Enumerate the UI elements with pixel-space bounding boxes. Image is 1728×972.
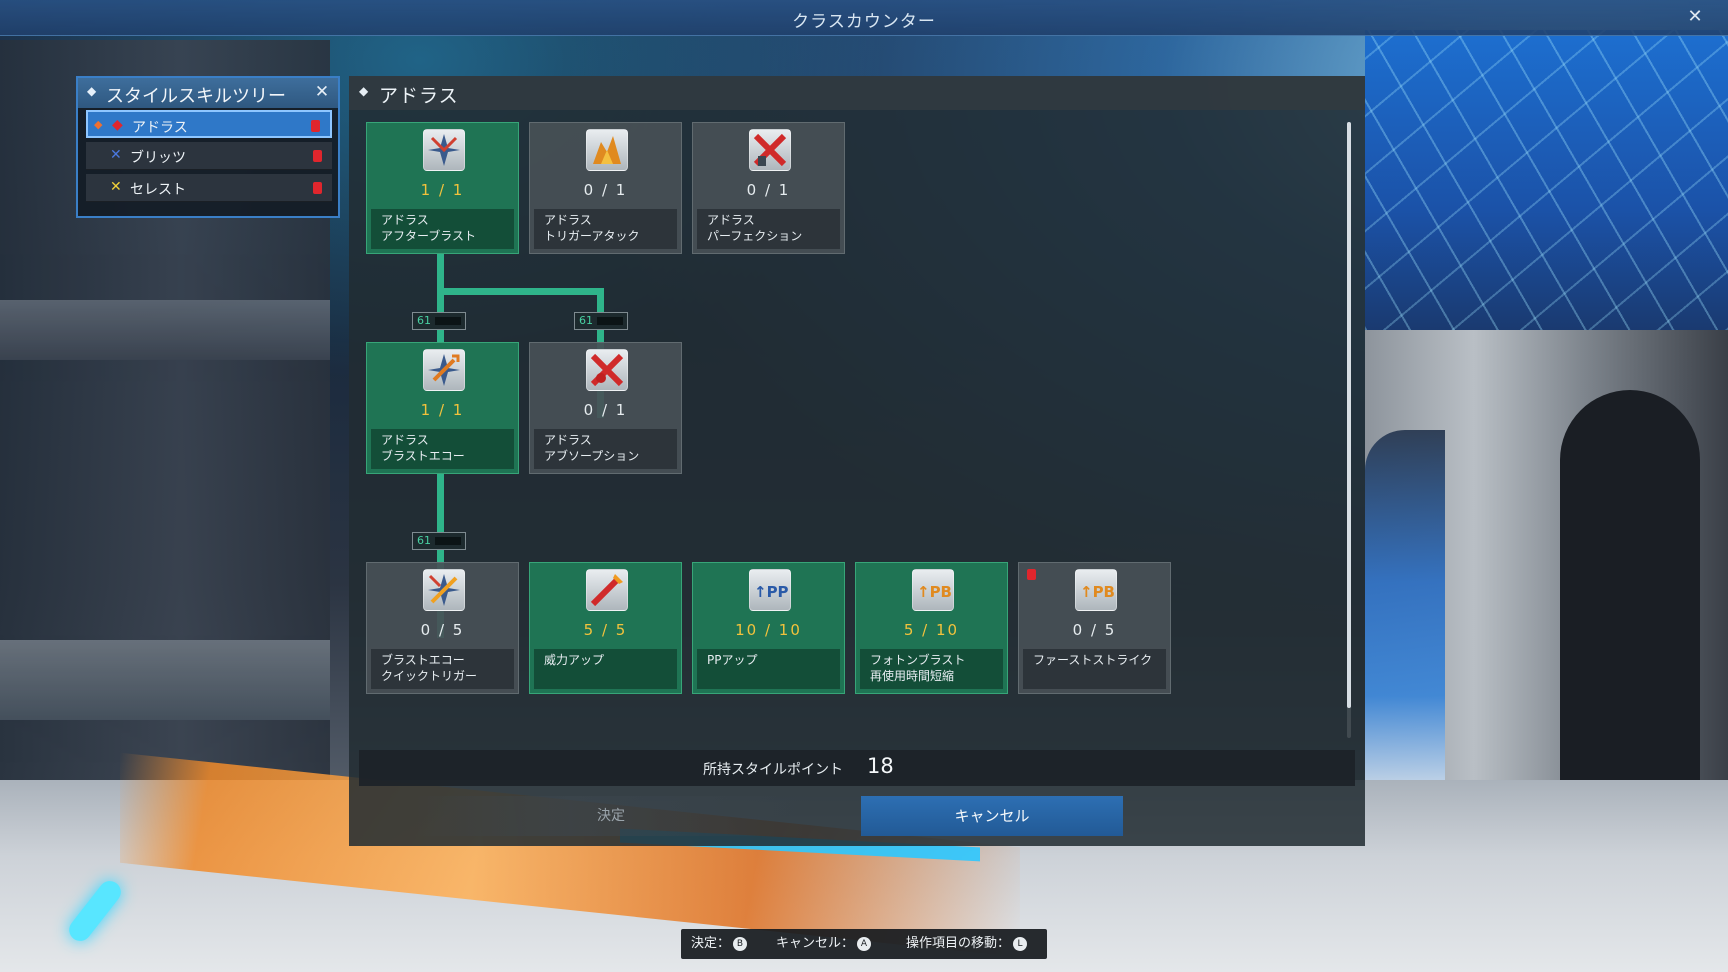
- adras-icon: ◆: [112, 117, 123, 133]
- style-tree-panel: ◆ スタイルスキルツリー ✕ ◆ ◆ アドラス ✕ ブリッツ ✕ セレスト: [76, 76, 340, 218]
- scrollbar-thumb[interactable]: [1347, 122, 1351, 708]
- player-character: [1365, 430, 1445, 810]
- style-points-label: 所持スタイルポイント: [703, 762, 843, 778]
- style-tree-item-label: ブリッツ: [130, 150, 186, 166]
- skill-node-echo-quick-trigger[interactable]: 0 / 5 ブラストエコー クイックトリガー: [366, 562, 519, 694]
- skill-name: 威力アップ: [534, 649, 677, 689]
- style-tree-item-blitz[interactable]: ✕ ブリッツ: [86, 142, 332, 170]
- skill-name: アドラス トリガーアタック: [534, 209, 677, 249]
- skill-name: アドラス パーフェクション: [697, 209, 840, 249]
- level-requirement-icon: 61: [574, 312, 628, 330]
- skill-name: ファーストストライク: [1023, 649, 1166, 689]
- skill-level: 1 / 1: [420, 181, 465, 199]
- skill-node-power-up[interactable]: 5 / 5 威力アップ: [529, 562, 682, 694]
- pp-up-icon: ↑PP: [749, 569, 791, 611]
- skill-node-trigger-attack[interactable]: 0 / 1 アドラス トリガーアタック: [529, 122, 682, 254]
- skill-name: アドラス アフターブラスト: [371, 209, 514, 249]
- diamond-icon: ◆: [87, 84, 97, 98]
- button-a-icon: A: [857, 936, 872, 951]
- skill-tree-panel: ◆ アドラス 61 61 61 1 / 1 アドラス アフターブラスト 0 / …: [349, 76, 1365, 846]
- style-tree-title: スタイルスキルツリー: [106, 86, 286, 107]
- new-badge-icon: [313, 150, 322, 162]
- new-badge-icon: [313, 182, 322, 194]
- skill-node-after-blast[interactable]: 1 / 1 アドラス アフターブラスト: [366, 122, 519, 254]
- first-strike-icon: ↑PB: [1075, 569, 1117, 611]
- level-requirement-icon: 61: [412, 532, 466, 550]
- skill-level: 0 / 1: [746, 181, 791, 199]
- hint-label: キャンセル：: [776, 936, 855, 951]
- skill-level: 1 / 1: [420, 401, 465, 419]
- new-badge-icon: [1027, 569, 1036, 580]
- skill-tree-header: ◆ アドラス: [349, 76, 1365, 110]
- style-tree-item-celest[interactable]: ✕ セレスト: [86, 174, 332, 202]
- skill-level: 5 / 5: [583, 621, 628, 639]
- skill-level: 10 / 10: [735, 621, 802, 639]
- power-up-icon: [586, 569, 628, 611]
- skill-name: フォトンブラスト 再使用時間短縮: [860, 649, 1003, 689]
- skill-node-blast-echo[interactable]: 1 / 1 アドラス ブラストエコー: [366, 342, 519, 474]
- selection-marker-icon: ◆: [94, 118, 103, 131]
- background-sky-scene: [1365, 30, 1728, 330]
- absorption-icon: [586, 349, 628, 391]
- level-requirement-icon: 61: [412, 312, 466, 330]
- celest-icon: ✕: [110, 179, 122, 195]
- skill-level: 0 / 5: [1072, 621, 1117, 639]
- svg-text:↑PP: ↑PP: [754, 583, 789, 601]
- skill-node-absorption[interactable]: 0 / 1 アドラス アブソープション: [529, 342, 682, 474]
- blitz-icon: ✕: [110, 147, 122, 163]
- new-badge-icon: [311, 120, 320, 132]
- window-title-bar: クラスカウンター ✕: [0, 0, 1728, 36]
- quick-trigger-icon: [423, 569, 465, 611]
- svg-text:↑PB: ↑PB: [1080, 583, 1115, 601]
- skill-tree-title: アドラス: [379, 85, 459, 107]
- hint-label: 決定：: [691, 936, 731, 951]
- tree-connector: [437, 288, 603, 295]
- style-tree-item-label: セレスト: [130, 182, 186, 198]
- skill-name: PPアップ: [697, 649, 840, 689]
- window-title: クラスカウンター: [792, 12, 936, 32]
- after-blast-icon: [423, 129, 465, 171]
- style-tree-item-label: アドラス: [132, 120, 188, 136]
- controls-hint-bar: 決定： B キャンセル： A 操作項目の移動： L: [681, 929, 1047, 959]
- hint-cancel: キャンセル： A: [776, 929, 872, 959]
- style-tree-close-icon[interactable]: ✕: [312, 82, 332, 102]
- stick-icon: L: [1013, 936, 1028, 951]
- hint-confirm: 決定： B: [691, 929, 748, 959]
- style-tree-header: ◆ スタイルスキルツリー ✕: [78, 78, 338, 108]
- skill-level: 0 / 1: [583, 401, 628, 419]
- skill-name: アドラス ブラストエコー: [371, 429, 514, 469]
- skill-node-first-strike[interactable]: ↑PB 0 / 5 ファーストストライク: [1018, 562, 1171, 694]
- diamond-icon: ◆: [359, 84, 369, 98]
- style-points-bar: 所持スタイルポイント 18: [359, 750, 1355, 786]
- style-points-value: 18: [867, 754, 894, 778]
- hint-move: 操作項目の移動： L: [906, 929, 1028, 959]
- perfection-icon: [749, 129, 791, 171]
- cancel-button[interactable]: キャンセル: [861, 796, 1123, 836]
- skill-node-photon-blast[interactable]: ↑PB 5 / 10 フォトンブラスト 再使用時間短縮: [855, 562, 1008, 694]
- trigger-attack-icon: [586, 129, 628, 171]
- photon-blast-icon: ↑PB: [912, 569, 954, 611]
- skill-name: アドラス アブソープション: [534, 429, 677, 469]
- skill-level: 5 / 10: [903, 621, 960, 639]
- skill-node-perfection[interactable]: 0 / 1 アドラス パーフェクション: [692, 122, 845, 254]
- hint-label: 操作項目の移動：: [906, 936, 1011, 951]
- svg-text:↑PB: ↑PB: [917, 583, 952, 601]
- skill-level: 0 / 5: [420, 621, 465, 639]
- skill-name: ブラストエコー クイックトリガー: [371, 649, 514, 689]
- style-tree-item-adras[interactable]: ◆ ◆ アドラス: [86, 110, 332, 138]
- button-b-icon: B: [733, 936, 748, 951]
- window-close-icon[interactable]: ✕: [1684, 6, 1706, 28]
- skill-level: 0 / 1: [583, 181, 628, 199]
- skill-node-pp-up[interactable]: ↑PP 10 / 10 PPアップ: [692, 562, 845, 694]
- confirm-button[interactable]: 決定: [411, 796, 811, 836]
- blast-echo-icon: [423, 349, 465, 391]
